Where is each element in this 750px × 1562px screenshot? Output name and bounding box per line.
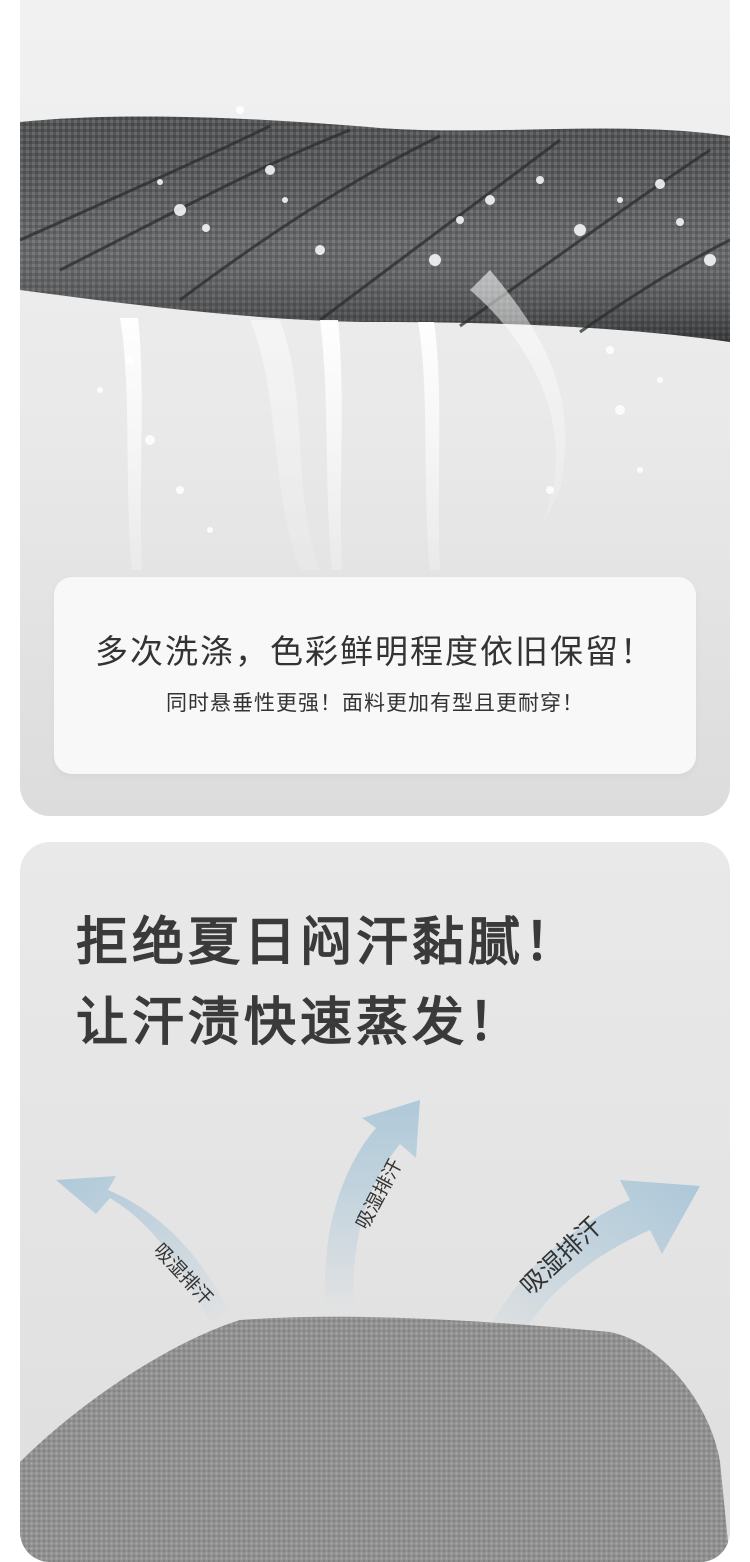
wash-card-title: 多次洗涤，色彩鲜明程度依旧保留！: [95, 632, 655, 671]
wash-card-subtitle: 同时悬垂性更强！面料更加有型且更耐穿！: [166, 691, 584, 715]
moisture-arrow-right: [482, 1180, 700, 1348]
sweat-section: 拒绝夏日闷汗黏腻！ 让汗渍快速蒸发！ 吸湿排汗 吸湿排汗 吸湿排汗: [20, 842, 730, 1562]
wash-section: 多次洗涤，色彩鲜明程度依旧保留！ 同时悬垂性更强！面料更加有型且更耐穿！: [20, 0, 730, 816]
wash-info-card: 多次洗涤，色彩鲜明程度依旧保留！ 同时悬垂性更强！面料更加有型且更耐穿！: [54, 577, 696, 774]
